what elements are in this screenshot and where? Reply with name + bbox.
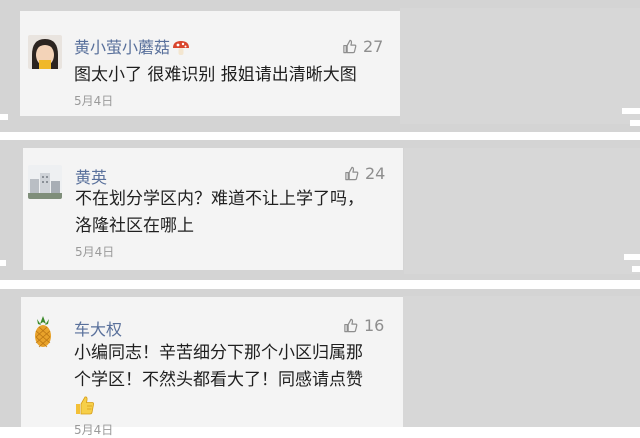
comment-card: 车大权 16 小编同志！辛苦细分下那个小区归属那 个学区！不然头都看大了！同感请… — [21, 297, 403, 437]
like-count: 24 — [365, 164, 386, 183]
edge-mark — [630, 120, 640, 126]
thumbs-up-emoji-icon — [74, 395, 96, 419]
comment-date: 5月4日 — [74, 94, 114, 108]
comment-card: 黄英 24 不在划分学区内？难道不让上学了吗， 洛隆社区在哪上 5月4日 — [23, 148, 403, 270]
comment-line: 洛隆社区在哪上 — [75, 216, 194, 236]
comment-line: 个学区！不然头都看大了！同感请点赞 — [74, 370, 363, 390]
like-count: 16 — [364, 316, 385, 335]
comment-line: 不在划分学区内？难道不让上学了吗， — [75, 189, 364, 209]
comment-text: 小编同志！辛苦细分下那个小区归属那 个学区！不然头都看大了！同感请点赞 — [74, 340, 363, 394]
edge-mark — [0, 260, 6, 266]
author-name[interactable]: 黄小萤小蘑菇 — [74, 38, 170, 57]
comment-text: 图太小了 很难识别 报姐请出清晰大图 — [74, 62, 357, 89]
building-avatar-icon[interactable] — [28, 165, 62, 199]
comment-card: 黄小萤小蘑菇 27 图太小了 很难识别 报姐请出清晰大图 5月4日 — [20, 11, 400, 116]
comment-date: 5月4日 — [75, 245, 115, 259]
comment-line: 小编同志！辛苦细分下那个小区归属那 — [74, 343, 363, 363]
edge-mark — [624, 254, 640, 260]
edge-mark — [0, 114, 8, 120]
author-name[interactable]: 车大权 — [74, 316, 122, 340]
comment-line: 图太小了 很难识别 报姐请出清晰大图 — [74, 65, 357, 85]
edge-mark — [632, 266, 640, 272]
thumbs-up-icon — [343, 39, 357, 54]
comment-author[interactable]: 黄小萤小蘑菇 — [74, 34, 190, 60]
girl-face-avatar-icon[interactable] — [28, 35, 62, 69]
right-panel — [404, 148, 640, 274]
right-panel — [403, 296, 640, 427]
author-name[interactable]: 黄英 — [75, 164, 107, 188]
pineapple-avatar-icon[interactable] — [26, 314, 60, 348]
thumbs-up-icon — [345, 166, 359, 181]
comment-text: 不在划分学区内？难道不让上学了吗， 洛隆社区在哪上 — [75, 186, 364, 240]
like-button[interactable]: 16 — [343, 316, 384, 335]
edge-mark — [622, 108, 640, 114]
right-panel — [400, 8, 640, 124]
like-button[interactable]: 24 — [344, 164, 385, 183]
like-button[interactable]: 27 — [342, 37, 383, 56]
like-count: 27 — [363, 37, 384, 56]
comments-page: 黄小萤小蘑菇 27 图太小了 很难识别 报姐请出清晰大图 5月4日 黄英 24 … — [0, 0, 640, 437]
thumbs-up-icon — [344, 318, 358, 333]
mushroom-icon — [172, 40, 190, 60]
comment-date: 5月4日 — [74, 423, 114, 437]
